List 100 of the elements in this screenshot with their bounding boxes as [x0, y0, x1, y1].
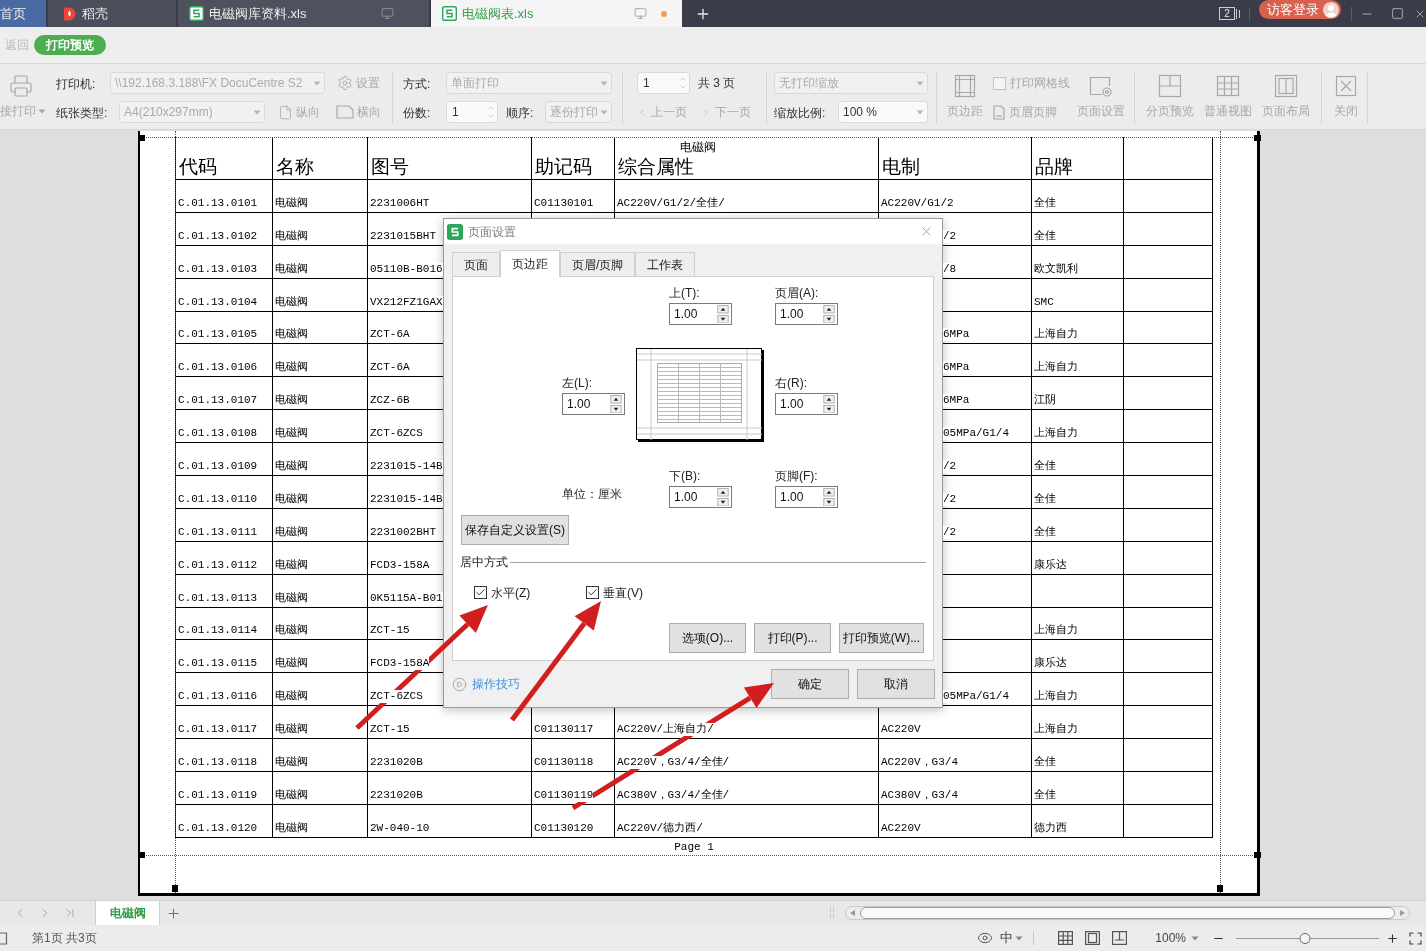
scroll-right-icon[interactable] — [1400, 910, 1405, 916]
add-sheet-icon[interactable] — [166, 905, 181, 921]
spin-down-icon[interactable] — [610, 404, 622, 413]
table-cell: 电磁阀 — [275, 690, 308, 704]
spin-up-icon[interactable] — [717, 488, 729, 497]
dialog-tab[interactable]: 工作表 — [635, 252, 696, 276]
document-icon — [993, 104, 1005, 120]
maximize-icon[interactable] — [1391, 7, 1404, 20]
zoom-slider[interactable] — [1236, 931, 1379, 945]
caret-icon — [600, 80, 608, 86]
table-cell: 全佳 — [1034, 229, 1056, 243]
input-method-button[interactable]: 中 — [1000, 928, 1024, 948]
spreadsheet-logo-icon — [447, 223, 463, 240]
page-total: 共 3 页 — [698, 75, 736, 92]
slider-thumb[interactable] — [1299, 932, 1311, 944]
table-cell: 上海自力 — [1034, 361, 1078, 375]
scroll-left-icon[interactable] — [850, 910, 855, 916]
monitor-icon[interactable] — [381, 7, 394, 20]
dialog-option-button[interactable]: 选项(O)... — [669, 623, 746, 653]
margin-spinbox[interactable]: 1.00 — [669, 486, 732, 508]
margin-label: 上(T): — [669, 285, 701, 301]
eye-icon[interactable] — [976, 930, 995, 946]
scrollbar-thumb[interactable] — [860, 907, 1395, 919]
spin-down-icon[interactable] — [823, 497, 835, 506]
panel-layout-icon — [1112, 931, 1128, 945]
checkbox-label[interactable]: 垂直(V) — [603, 583, 643, 602]
checkbox-label[interactable]: 水平(Z) — [491, 583, 531, 602]
page-view-icon — [1085, 931, 1101, 945]
check-icon — [587, 587, 598, 598]
document-tab[interactable]: 首页 — [0, 0, 46, 27]
dialog-tab[interactable]: 页边距 — [500, 250, 560, 277]
last-sheet-icon[interactable] — [63, 906, 77, 920]
column-header: 品牌 — [1035, 156, 1073, 178]
table-cell: 电磁阀 — [275, 196, 308, 210]
window-switcher-button[interactable]: 2 — [1219, 7, 1235, 20]
page-count: 第1页 共3页 — [32, 930, 97, 947]
checkbox[interactable] — [586, 586, 599, 599]
close-box-icon — [1335, 75, 1357, 97]
table-cell: 全佳 — [1034, 525, 1056, 539]
document-tab[interactable]: 电磁阀库资料.xls — [178, 0, 429, 27]
horizontal-scrollbar[interactable] — [845, 906, 1410, 920]
checkbox[interactable] — [474, 586, 487, 599]
margin-label: 下(B): — [669, 468, 702, 484]
table-cell: 电磁阀 — [275, 361, 308, 375]
document-icon[interactable] — [0, 931, 8, 945]
caret-icon — [1015, 935, 1024, 941]
table-cell: 上海自力 — [1034, 328, 1078, 342]
document-tab[interactable]: 稻壳 — [48, 0, 176, 27]
margin-handle[interactable] — [172, 885, 178, 892]
splitter-grip-icon[interactable] — [830, 907, 834, 919]
margin-spinbox[interactable]: 1.00 — [775, 393, 838, 415]
margin-label: 右(R): — [775, 375, 808, 391]
column-header: 综合属性 — [618, 156, 694, 178]
dialog-tab[interactable]: 页面 — [452, 252, 500, 276]
spin-up-icon[interactable] — [823, 395, 835, 404]
table-cell: 电磁阀 — [275, 525, 308, 539]
margin-handle[interactable] — [1254, 135, 1261, 141]
margin-spinbox[interactable]: 1.00 — [775, 303, 838, 325]
margin-spinbox[interactable]: 1.00 — [562, 393, 625, 415]
spin-down-icon[interactable] — [823, 314, 835, 323]
table-cell: 德力西 — [1034, 821, 1067, 835]
spin-up-icon[interactable] — [823, 305, 835, 314]
page-gear-icon — [1089, 74, 1113, 98]
sheet-tab[interactable]: 电磁阀 — [95, 901, 160, 925]
margin-spinbox[interactable]: 1.00 — [775, 486, 838, 508]
table-cell: 电磁阀 — [275, 723, 308, 737]
spin-down-icon[interactable] — [717, 497, 729, 506]
spin-down-icon[interactable] — [717, 314, 729, 323]
caret-icon — [916, 80, 924, 86]
dialog-tab[interactable]: 页眉/页脚 — [560, 252, 636, 276]
monitor-icon[interactable] — [634, 7, 647, 20]
zoom-level-button[interactable]: 100% — [1155, 929, 1199, 947]
spin-up-icon[interactable] — [717, 305, 729, 314]
spin-up-icon[interactable] — [823, 488, 835, 497]
fullscreen-icon — [1409, 931, 1422, 945]
spreadsheet-logo-icon — [189, 6, 204, 21]
column-header: 代码 — [179, 156, 217, 178]
table-cell: FCD3-158A — [370, 657, 430, 671]
close-icon[interactable] — [919, 224, 934, 239]
table-cell: ZCT-6ZCS — [370, 690, 423, 704]
play-circle-icon — [452, 676, 467, 692]
margin-handle[interactable] — [138, 135, 145, 141]
column-header: 图号 — [371, 156, 409, 178]
save-custom-settings-button[interactable]: 保存自定义设置(S) — [461, 515, 569, 545]
margin-handle[interactable] — [1217, 885, 1223, 892]
margin-spinbox[interactable]: 1.00 — [669, 303, 732, 325]
dialog-option-button[interactable]: 打印(P)... — [754, 623, 831, 653]
dialog-action-button[interactable]: 确定 — [771, 669, 849, 699]
margin-handle[interactable] — [138, 852, 145, 858]
dialog-action-button[interactable]: 取消 — [857, 669, 935, 699]
caret-icon — [916, 109, 924, 115]
dialog-title: 页面设置 — [468, 223, 516, 241]
zoom-in-icon[interactable] — [1386, 931, 1399, 945]
margin-handle[interactable] — [1254, 852, 1261, 858]
login-button[interactable]: 访客登录 — [1259, 0, 1341, 19]
zoom-ratio-dropdown[interactable]: 100 % — [838, 101, 928, 123]
table-cell: AC220V/G1/2/全佳/ — [617, 196, 725, 210]
dialog-option-button[interactable]: 打印预览(W)... — [839, 623, 924, 653]
spin-down-icon[interactable] — [823, 404, 835, 413]
spin-up-icon[interactable] — [610, 395, 622, 404]
